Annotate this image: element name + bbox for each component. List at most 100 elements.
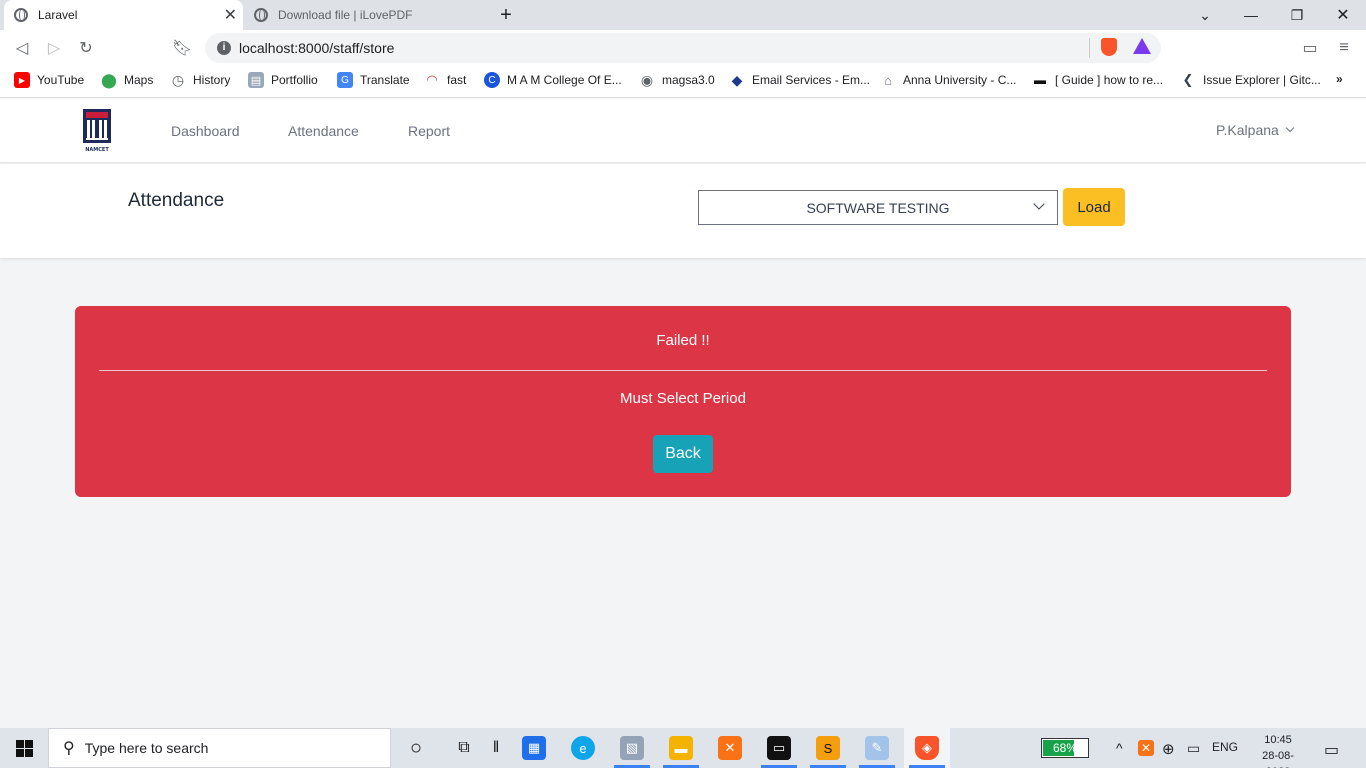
browser-toolbar: ◁ ▷ ↻ 🔖︎ i localhost:8000/staff/store ▭ … (0, 30, 1366, 66)
bookmark-label: Translate (360, 73, 410, 87)
url-text: localhost:8000/staff/store (239, 40, 395, 56)
subject-select[interactable]: SOFTWARE TESTING (698, 190, 1058, 225)
bookmark-anna[interactable]: ⌂ Anna University - C... (880, 72, 1016, 88)
chevron-up-icon[interactable]: ^ (1116, 740, 1123, 756)
translate-icon: G (337, 72, 353, 88)
store-icon[interactable]: ▦ (522, 736, 546, 760)
minimize-icon[interactable]: — (1228, 0, 1274, 30)
user-name: P.Kalpana (1216, 122, 1279, 138)
monitor-icon[interactable]: ▧ (620, 736, 644, 760)
back-button[interactable]: Back (653, 435, 713, 473)
bookmarks-bar: ▶ YouTube ⬤ Maps ◷ History ▤ Portfollio G Tra… (0, 66, 1366, 98)
app-navbar: NAMCET Dashboard Attendance Report P.Kal… (0, 99, 1366, 163)
gitcoin-icon: ❮ (1182, 72, 1194, 87)
email-icon: ◆ (731, 71, 743, 88)
bookmark-label: YouTube (37, 73, 85, 87)
cortana-icon[interactable]: ○ (404, 736, 428, 760)
language-indicator[interactable]: ENG (1212, 740, 1238, 754)
bookmark-label: Maps (124, 73, 154, 87)
edge-icon[interactable]: e (571, 736, 595, 760)
bookmark-label: Email Services - Em... (752, 73, 871, 87)
reload-icon[interactable]: ↻ (72, 34, 100, 62)
bookmark-icon[interactable]: 🔖︎ (168, 34, 196, 62)
nav-attendance[interactable]: Attendance (288, 123, 359, 139)
file-explorer-icon[interactable]: ▬ (669, 736, 693, 760)
logo-text: NAMCET (85, 147, 109, 153)
bookmark-label: [ Guide ] how to re... (1055, 73, 1164, 87)
info-icon[interactable]: i (217, 41, 231, 55)
tab-search-chevron-icon[interactable]: ⌄ (1182, 0, 1228, 30)
divider (99, 370, 1267, 371)
battery-percent: 68% (1052, 741, 1078, 755)
task-view-icon[interactable]: ⧉ (452, 736, 476, 760)
bookmark-portfolio[interactable]: ▤ Portfollio (248, 72, 318, 88)
address-bar[interactable]: i localhost:8000/staff/store (205, 33, 1161, 63)
load-button[interactable]: Load (1063, 188, 1125, 226)
wallet-icon[interactable]: ▭ (1296, 34, 1324, 62)
brave-shield-icon[interactable] (1101, 38, 1117, 56)
bookmark-magsa[interactable]: ◉ magsa3.0 (639, 72, 715, 88)
college-logo[interactable]: NAMCET (82, 109, 112, 153)
bookmark-history[interactable]: ◷ History (170, 72, 230, 88)
xampp-tray-icon[interactable]: ✕ (1138, 740, 1154, 756)
browser-tab-strip: Laravel ✕ Download file | iLovePDF + ⌄ —… (0, 0, 1366, 30)
nav-report[interactable]: Report (408, 123, 450, 139)
more-bookmarks-icon[interactable]: » (1336, 72, 1343, 86)
sublime-icon[interactable]: S (816, 736, 840, 760)
history-icon: ◷ (171, 71, 185, 88)
back-nav-icon[interactable]: ◁ (8, 34, 36, 62)
globe-icon (254, 8, 268, 22)
brave-rewards-icon[interactable] (1133, 38, 1151, 54)
network-icon[interactable]: ⊕ (1162, 740, 1175, 758)
youtube-icon: ▶ (14, 72, 30, 88)
close-window-icon[interactable]: ✕ (1320, 0, 1366, 30)
tab-title: Download file | iLovePDF (278, 8, 413, 22)
university-icon: ⌂ (884, 72, 892, 88)
bookmark-gitcoin[interactable]: ❮ Issue Explorer | Gitc... (1180, 72, 1321, 88)
page-header: Attendance SOFTWARE TESTING Load (0, 164, 1366, 258)
system-clock[interactable]: 10:45 28-08-2022 (1256, 732, 1300, 768)
brave-icon[interactable]: ◈ (915, 736, 939, 760)
terminal-icon[interactable]: ▭ (767, 736, 791, 760)
close-icon[interactable]: ✕ (224, 5, 237, 25)
bookmark-label: History (193, 73, 231, 87)
battery-icon[interactable]: ▭ (1187, 740, 1200, 757)
tab-laravel[interactable]: Laravel ✕ (4, 0, 243, 30)
bookmark-label: magsa3.0 (662, 73, 715, 87)
globe-icon: ◉ (640, 71, 654, 88)
bookmark-translate[interactable]: G Translate (337, 72, 410, 88)
bookmark-maps[interactable]: ⬤ Maps (101, 72, 153, 88)
bookmark-label: M A M College Of E... (507, 73, 622, 87)
widget-icon[interactable]: ‖ (484, 736, 508, 760)
nav-dashboard[interactable]: Dashboard (171, 123, 240, 139)
subject-selected: SOFTWARE TESTING (806, 199, 950, 216)
battery-indicator[interactable]: 68% (1041, 738, 1089, 758)
divider (1089, 38, 1090, 58)
windows-taskbar: ⚲ Type here to search ○ ⧉ ‖ ▦ e ▧ ▬ ✕ ▭ … (0, 728, 1366, 768)
menu-icon[interactable]: ≡ (1330, 34, 1358, 62)
portfolio-icon: ▤ (248, 72, 264, 88)
user-menu[interactable]: P.Kalpana (1216, 122, 1295, 138)
bookmark-label: Portfollio (271, 73, 318, 87)
bookmark-fast[interactable]: ◠ fast (424, 72, 466, 88)
paint-icon[interactable]: ✎ (865, 736, 889, 760)
bookmark-label: Issue Explorer | Gitc... (1203, 73, 1321, 87)
taskbar-search[interactable]: ⚲ Type here to search (48, 728, 391, 768)
tab-ilovepdf[interactable]: Download file | iLovePDF (244, 0, 482, 30)
forward-nav-icon[interactable]: ▷ (40, 34, 68, 62)
college-icon: C (484, 72, 500, 88)
xampp-icon[interactable]: ✕ (718, 736, 742, 760)
page-title: Attendance (128, 190, 225, 211)
bookmark-label: fast (447, 73, 467, 87)
restore-icon[interactable]: ❐ (1274, 0, 1320, 30)
new-tab-button[interactable]: + (494, 0, 518, 30)
bookmark-email[interactable]: ◆ Email Services - Em... (729, 72, 870, 88)
windows-start-icon[interactable] (16, 740, 33, 757)
maps-icon: ⬤ (101, 71, 117, 88)
alert-title: Failed !! (656, 332, 710, 349)
bookmark-guide[interactable]: ▬ [ Guide ] how to re... (1032, 72, 1163, 88)
notification-icon[interactable]: ▭ (1324, 740, 1339, 760)
bookmark-college[interactable]: C M A M College Of E... (484, 72, 622, 88)
bookmark-youtube[interactable]: ▶ YouTube (14, 72, 84, 88)
alert-message: Must Select Period (620, 390, 746, 407)
